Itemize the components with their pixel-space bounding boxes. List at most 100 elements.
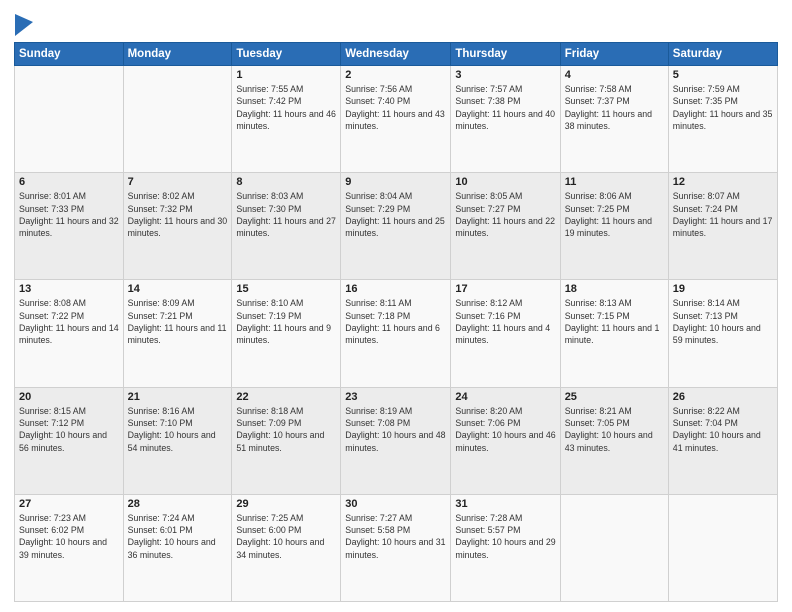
day-number: 27 — [19, 498, 119, 510]
day-info: Sunrise: 8:02 AM Sunset: 7:32 PM Dayligh… — [128, 190, 228, 239]
calendar-cell: 9 Sunrise: 8:04 AM Sunset: 7:29 PM Daylig… — [341, 173, 451, 280]
weekday-thursday: Thursday — [451, 43, 560, 66]
day-number: 16 — [345, 283, 446, 295]
calendar-cell: 5 Sunrise: 7:59 AM Sunset: 7:35 PM Daylig… — [668, 66, 777, 173]
calendar-cell: 23Sunrise: 8:19 AM Sunset: 7:08 PM Dayli… — [341, 387, 451, 494]
day-info: Sunrise: 7:24 AM Sunset: 6:01 PM Dayligh… — [128, 512, 228, 561]
calendar-table: SundayMondayTuesdayWednesdayThursdayFrid… — [14, 42, 778, 602]
day-number: 24 — [455, 391, 555, 403]
weekday-header-row: SundayMondayTuesdayWednesdayThursdayFrid… — [15, 43, 778, 66]
day-number: 19 — [673, 283, 773, 295]
calendar-cell — [15, 66, 124, 173]
day-number: 28 — [128, 498, 228, 510]
day-number: 6 — [19, 176, 119, 188]
day-info: Sunrise: 8:20 AM Sunset: 7:06 PM Dayligh… — [455, 405, 555, 454]
day-number: 20 — [19, 391, 119, 403]
day-info: Sunrise: 7:58 AM Sunset: 7:37 PM Dayligh… — [565, 83, 664, 132]
calendar-cell: 11 Sunrise: 8:06 AM Sunset: 7:25 PM Dayli… — [560, 173, 668, 280]
day-number: 26 — [673, 391, 773, 403]
day-number: 18 — [565, 283, 664, 295]
day-info: Sunrise: 7:57 AM Sunset: 7:38 PM Dayligh… — [455, 83, 555, 132]
day-number: 8 — [236, 176, 336, 188]
day-number: 17 — [455, 283, 555, 295]
calendar-cell: 8Sunrise: 8:03 AM Sunset: 7:30 PM Daylig… — [232, 173, 341, 280]
day-number: 2 — [345, 69, 446, 81]
logo — [14, 14, 33, 36]
day-number: 10 — [455, 176, 555, 188]
day-number: 31 — [455, 498, 555, 510]
day-info: Sunrise: 8:04 AM Sunset: 7:29 PM Dayligh… — [345, 190, 446, 239]
week-row-0: 1 Sunrise: 7:55 AM Sunset: 7:42 PM Daylig… — [15, 66, 778, 173]
day-info: Sunrise: 8:01 AM Sunset: 7:33 PM Dayligh… — [19, 190, 119, 239]
calendar-cell: 20 Sunrise: 8:15 AM Sunset: 7:12 PM Dayli… — [15, 387, 124, 494]
day-info: Sunrise: 8:06 AM Sunset: 7:25 PM Dayligh… — [565, 190, 664, 239]
calendar-cell: 10 Sunrise: 8:05 AM Sunset: 7:27 PM Dayli… — [451, 173, 560, 280]
week-row-1: 6 Sunrise: 8:01 AM Sunset: 7:33 PM Daylig… — [15, 173, 778, 280]
calendar-cell: 27 Sunrise: 7:23 AM Sunset: 6:02 PM Dayli… — [15, 494, 124, 601]
calendar-cell: 22 Sunrise: 8:18 AM Sunset: 7:09 PM Dayli… — [232, 387, 341, 494]
calendar-cell: 26 Sunrise: 8:22 AM Sunset: 7:04 PM Dayli… — [668, 387, 777, 494]
day-info: Sunrise: 7:27 AM Sunset: 5:58 PM Dayligh… — [345, 512, 446, 561]
day-info: Sunrise: 8:18 AM Sunset: 7:09 PM Dayligh… — [236, 405, 336, 454]
day-info: Sunrise: 7:55 AM Sunset: 7:42 PM Dayligh… — [236, 83, 336, 132]
day-number: 21 — [128, 391, 228, 403]
day-info: Sunrise: 8:07 AM Sunset: 7:24 PM Dayligh… — [673, 190, 773, 239]
day-number: 22 — [236, 391, 336, 403]
calendar-cell: 1 Sunrise: 7:55 AM Sunset: 7:42 PM Daylig… — [232, 66, 341, 173]
day-info: Sunrise: 8:15 AM Sunset: 7:12 PM Dayligh… — [19, 405, 119, 454]
day-number: 11 — [565, 176, 664, 188]
calendar-cell: 24 Sunrise: 8:20 AM Sunset: 7:06 PM Dayli… — [451, 387, 560, 494]
calendar-cell — [668, 494, 777, 601]
calendar-cell — [123, 66, 232, 173]
calendar-cell: 6 Sunrise: 8:01 AM Sunset: 7:33 PM Daylig… — [15, 173, 124, 280]
calendar-cell: 7 Sunrise: 8:02 AM Sunset: 7:32 PM Daylig… — [123, 173, 232, 280]
day-number: 9 — [345, 176, 446, 188]
weekday-tuesday: Tuesday — [232, 43, 341, 66]
day-number: 25 — [565, 391, 664, 403]
week-row-4: 27 Sunrise: 7:23 AM Sunset: 6:02 PM Dayli… — [15, 494, 778, 601]
day-number: 13 — [19, 283, 119, 295]
calendar-cell: 3Sunrise: 7:57 AM Sunset: 7:38 PM Daylig… — [451, 66, 560, 173]
calendar-cell: 19 Sunrise: 8:14 AM Sunset: 7:13 PM Dayli… — [668, 280, 777, 387]
calendar-cell: 18 Sunrise: 8:13 AM Sunset: 7:15 PM Dayli… — [560, 280, 668, 387]
day-info: Sunrise: 8:21 AM Sunset: 7:05 PM Dayligh… — [565, 405, 664, 454]
day-number: 4 — [565, 69, 664, 81]
calendar-cell: 14 Sunrise: 8:09 AM Sunset: 7:21 PM Dayli… — [123, 280, 232, 387]
day-info: Sunrise: 8:19 AM Sunset: 7:08 PM Dayligh… — [345, 405, 446, 454]
calendar-cell: 29Sunrise: 7:25 AM Sunset: 6:00 PM Dayli… — [232, 494, 341, 601]
calendar-cell — [560, 494, 668, 601]
header — [14, 10, 778, 36]
calendar-cell: 13 Sunrise: 8:08 AM Sunset: 7:22 PM Dayli… — [15, 280, 124, 387]
day-number: 1 — [236, 69, 336, 81]
weekday-monday: Monday — [123, 43, 232, 66]
weekday-sunday: Sunday — [15, 43, 124, 66]
calendar-cell: 12Sunrise: 8:07 AM Sunset: 7:24 PM Dayli… — [668, 173, 777, 280]
day-number: 14 — [128, 283, 228, 295]
day-info: Sunrise: 7:59 AM Sunset: 7:35 PM Dayligh… — [673, 83, 773, 132]
week-row-3: 20 Sunrise: 8:15 AM Sunset: 7:12 PM Dayli… — [15, 387, 778, 494]
calendar-cell: 31Sunrise: 7:28 AM Sunset: 5:57 PM Dayli… — [451, 494, 560, 601]
weekday-friday: Friday — [560, 43, 668, 66]
day-info: Sunrise: 8:11 AM Sunset: 7:18 PM Dayligh… — [345, 297, 446, 346]
day-info: Sunrise: 8:09 AM Sunset: 7:21 PM Dayligh… — [128, 297, 228, 346]
calendar-cell: 15 Sunrise: 8:10 AM Sunset: 7:19 PM Dayli… — [232, 280, 341, 387]
calendar-cell: 30Sunrise: 7:27 AM Sunset: 5:58 PM Dayli… — [341, 494, 451, 601]
day-info: Sunrise: 8:12 AM Sunset: 7:16 PM Dayligh… — [455, 297, 555, 346]
calendar-cell: 2Sunrise: 7:56 AM Sunset: 7:40 PM Daylig… — [341, 66, 451, 173]
day-info: Sunrise: 8:08 AM Sunset: 7:22 PM Dayligh… — [19, 297, 119, 346]
day-number: 7 — [128, 176, 228, 188]
day-info: Sunrise: 8:22 AM Sunset: 7:04 PM Dayligh… — [673, 405, 773, 454]
calendar-cell: 17 Sunrise: 8:12 AM Sunset: 7:16 PM Dayli… — [451, 280, 560, 387]
day-info: Sunrise: 8:05 AM Sunset: 7:27 PM Dayligh… — [455, 190, 555, 239]
day-info: Sunrise: 8:14 AM Sunset: 7:13 PM Dayligh… — [673, 297, 773, 346]
calendar-cell: 4 Sunrise: 7:58 AM Sunset: 7:37 PM Daylig… — [560, 66, 668, 173]
day-info: Sunrise: 8:10 AM Sunset: 7:19 PM Dayligh… — [236, 297, 336, 346]
calendar-cell: 25 Sunrise: 8:21 AM Sunset: 7:05 PM Dayli… — [560, 387, 668, 494]
day-number: 5 — [673, 69, 773, 81]
day-number: 29 — [236, 498, 336, 510]
logo-icon — [15, 14, 33, 36]
day-info: Sunrise: 8:13 AM Sunset: 7:15 PM Dayligh… — [565, 297, 664, 346]
day-number: 15 — [236, 283, 336, 295]
week-row-2: 13 Sunrise: 8:08 AM Sunset: 7:22 PM Dayli… — [15, 280, 778, 387]
day-info: Sunrise: 7:23 AM Sunset: 6:02 PM Dayligh… — [19, 512, 119, 561]
